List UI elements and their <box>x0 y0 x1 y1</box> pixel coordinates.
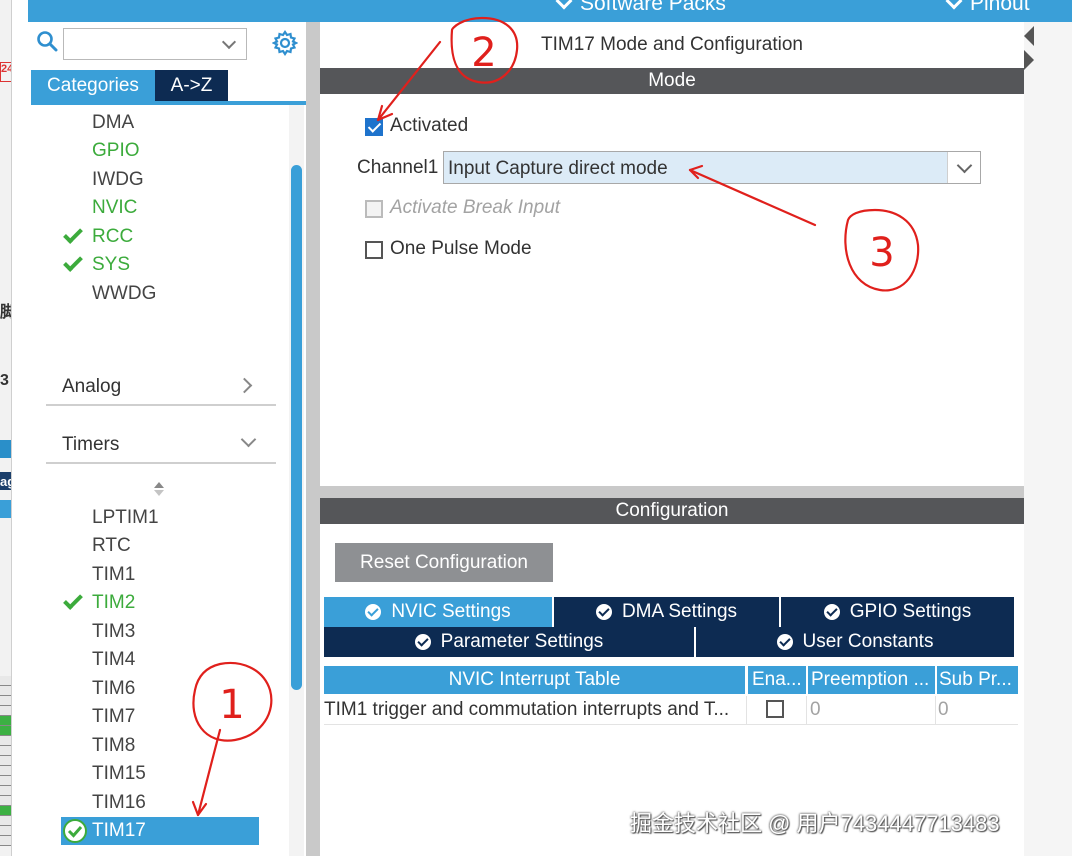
sub-priority-cell[interactable]: 0 <box>938 696 1018 724</box>
chevron-down-icon <box>945 0 963 10</box>
strip-blue-block-2 <box>0 500 11 518</box>
sidebar-item-sys[interactable]: SYS <box>92 254 130 276</box>
tab-gpio-label: GPIO Settings <box>849 601 972 622</box>
sidebar-item-tim2[interactable]: TIM2 <box>92 592 135 614</box>
sidebar-scroll-thumb[interactable] <box>291 165 302 690</box>
activate-break-checkbox <box>365 200 383 218</box>
col-divider <box>746 696 747 724</box>
row-divider <box>324 724 1018 725</box>
search-icon[interactable] <box>36 30 58 52</box>
tab-a-to-z[interactable]: A->Z <box>155 70 228 102</box>
check-circle-icon <box>595 604 612 620</box>
activated-checkbox[interactable] <box>365 118 383 136</box>
software-packs-label: Software Packs <box>580 0 726 15</box>
mode-header: Mode <box>320 68 1024 94</box>
one-pulse-checkbox[interactable] <box>365 241 383 259</box>
top-toolbar: Software Packs Pinout <box>28 0 1072 22</box>
expand-right-icon[interactable] <box>1024 50 1034 70</box>
search-input[interactable] <box>63 28 247 60</box>
sidebar-item-tim16[interactable]: TIM16 <box>92 792 146 814</box>
panel-splitter[interactable] <box>306 22 320 856</box>
strip-char-2: 3 <box>0 372 9 389</box>
configuration-header: Configuration <box>320 498 1024 524</box>
sidebar-item-iwdg[interactable]: IWDG <box>92 169 144 191</box>
chevron-down-icon <box>555 0 573 10</box>
section-timers-label: Timers <box>62 434 120 455</box>
activate-break-label: Activate Break Input <box>390 197 561 218</box>
section-timers[interactable]: Timers <box>46 428 276 464</box>
channel1-label: Channel1 <box>357 157 439 178</box>
check-circle-icon <box>365 604 382 620</box>
check-circle-icon <box>63 819 87 843</box>
sidebar-item-wwdg[interactable]: WWDG <box>92 283 156 305</box>
col-header-interrupt[interactable]: NVIC Interrupt Table <box>324 666 745 694</box>
sidebar-item-tim17-selected[interactable] <box>61 817 259 845</box>
red-badge: 24 <box>0 62 11 82</box>
check-circle-icon <box>414 634 431 650</box>
chevron-down-icon <box>240 431 257 448</box>
col-divider <box>806 696 807 724</box>
one-pulse-label: One Pulse Mode <box>390 238 532 259</box>
preemption-cell[interactable]: 0 <box>810 696 935 724</box>
tab-underline <box>31 101 306 105</box>
check-circle-icon <box>776 634 793 650</box>
sidebar-item-rcc[interactable]: RCC <box>92 226 133 248</box>
tab-dma-label: DMA Settings <box>621 601 738 622</box>
chevron-down-icon[interactable] <box>221 34 237 50</box>
sidebar-item-rtc[interactable]: RTC <box>92 535 131 557</box>
interrupt-enable-checkbox[interactable] <box>766 700 784 718</box>
strip-char-3: ag <box>0 474 11 489</box>
tab-parameter-settings[interactable]: Parameter Settings <box>324 627 694 657</box>
right-edge-panel <box>1024 22 1072 856</box>
pinout-menu[interactable]: Pinout <box>945 0 1030 16</box>
sidebar-item-tim15[interactable]: TIM15 <box>92 763 146 785</box>
sidebar-item-tim1[interactable]: TIM1 <box>92 564 135 586</box>
tab-parameter-label: Parameter Settings <box>440 631 604 652</box>
sidebar-item-lptim1[interactable]: LPTIM1 <box>92 507 159 529</box>
sidebar-item-nvic[interactable]: NVIC <box>92 197 137 219</box>
col-header-sub-priority[interactable]: Sub Pr... <box>937 666 1018 694</box>
software-packs-menu[interactable]: Software Packs <box>555 0 726 16</box>
collapse-left-icon[interactable] <box>1024 26 1034 46</box>
background-window-strip: 24 脚 3 ag <box>0 0 12 856</box>
activated-label: Activated <box>390 115 469 136</box>
sidebar-item-tim4[interactable]: TIM4 <box>92 649 135 671</box>
chevron-right-icon <box>236 377 253 394</box>
sidebar-item-tim8[interactable]: TIM8 <box>92 735 135 757</box>
reset-configuration-button[interactable]: Reset Configuration <box>335 543 553 582</box>
mode-config-panel <box>320 22 1024 856</box>
watermark: 掘金技术社区 @ 用户7434447713483 <box>630 811 1000 836</box>
sidebar-item-tim17[interactable]: TIM17 <box>92 820 146 842</box>
gear-icon[interactable] <box>272 30 298 56</box>
sidebar-item-gpio[interactable]: GPIO <box>92 140 140 162</box>
tab-nvic-label: NVIC Settings <box>391 601 511 622</box>
col-header-preemption[interactable]: Preemption ... <box>808 666 935 694</box>
channel1-select[interactable]: Input Capture direct mode <box>443 151 981 184</box>
chevron-down-icon[interactable] <box>947 152 980 183</box>
tab-dma-settings[interactable]: DMA Settings <box>554 597 779 627</box>
sidebar-item-tim6[interactable]: TIM6 <box>92 678 135 700</box>
tab-user-constants[interactable]: User Constants <box>696 627 1014 657</box>
tab-gpio-settings[interactable]: GPIO Settings <box>781 597 1014 627</box>
strip-char-1: 脚 <box>0 298 11 322</box>
tab-nvic-settings[interactable]: NVIC Settings <box>324 597 552 627</box>
sidebar-item-tim7[interactable]: TIM7 <box>92 706 135 728</box>
channel1-value: Input Capture direct mode <box>448 158 668 179</box>
tab-user-constants-label: User Constants <box>802 631 934 652</box>
interrupt-name-cell: TIM1 trigger and commutation interrupts … <box>324 699 730 720</box>
sidebar-item-tim3[interactable]: TIM3 <box>92 621 135 643</box>
chip-pins <box>0 676 11 846</box>
check-circle-icon <box>823 604 840 620</box>
page-title: TIM17 Mode and Configuration <box>541 34 803 55</box>
strip-blue-block <box>0 440 11 458</box>
section-analog[interactable]: Analog <box>46 370 276 406</box>
col-divider <box>935 696 936 724</box>
col-header-enabled[interactable]: Ena... <box>748 666 806 694</box>
sort-icon[interactable] <box>152 480 166 498</box>
sidebar-item-dma[interactable]: DMA <box>92 112 134 134</box>
section-analog-label: Analog <box>62 376 122 397</box>
pinout-label: Pinout <box>970 0 1030 15</box>
tab-categories[interactable]: Categories <box>31 70 155 102</box>
mode-config-splitter[interactable] <box>320 486 1024 498</box>
